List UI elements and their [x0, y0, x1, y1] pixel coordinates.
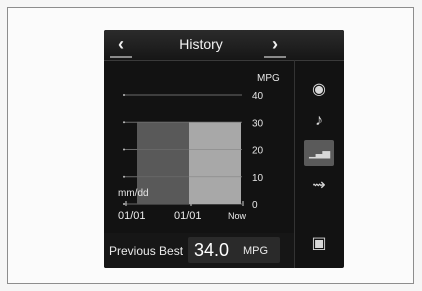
previous-best-box: 34.0 MPG [188, 237, 280, 263]
header-bar: ‹ History › [104, 30, 344, 61]
history-chart: MPG 40 30 20 10 0 mm/dd 01/01 01/01 Now [118, 73, 280, 222]
sidebar-button-radio[interactable]: ◉ [304, 76, 334, 102]
gridline-dot [123, 203, 125, 205]
sidebar-button-display[interactable]: ▣ [304, 230, 334, 256]
previous-best-value: 34.0 [194, 240, 230, 260]
sidebar-button-fuel-economy[interactable]: ⇝ [304, 172, 334, 198]
music-note-icon: ♪ [315, 112, 323, 129]
previous-best-unit: MPG [243, 245, 269, 257]
sidebar-button-history-chart[interactable]: ▁▃▅ [304, 140, 334, 166]
y-tick-label: 0 [252, 200, 258, 211]
y-axis-unit-label: MPG [257, 73, 280, 84]
y-tick-label: 20 [252, 146, 264, 157]
button-underline [264, 56, 286, 58]
gridline-dot [123, 175, 125, 178]
chevron-right-icon: › [272, 34, 278, 54]
gridline-dot [123, 148, 125, 151]
y-tick-label: 40 [252, 91, 264, 102]
sidebar: ◉ ♪ ▁▃▅ ⇝ ▣ [294, 60, 344, 268]
x-axis-label: mm/dd [118, 188, 149, 199]
history-chart-icon: ▁▃▅ [308, 147, 330, 159]
gridline-dot [123, 121, 125, 124]
history-bar [189, 122, 241, 204]
y-tick-label: 10 [252, 173, 264, 184]
screen-title: History [179, 36, 223, 52]
button-underline [110, 56, 132, 58]
x-tick-label: Now [228, 211, 247, 221]
forward-button[interactable]: › [264, 34, 286, 58]
fuel-economy-icon: ⇝ [312, 177, 326, 194]
gridline-dot [123, 94, 125, 96]
x-tick-label: 01/01 [118, 210, 146, 222]
chevron-left-icon: ‹ [118, 34, 124, 54]
previous-best-label: Previous Best [109, 244, 184, 258]
radio-icon: ◉ [312, 81, 326, 98]
back-button[interactable]: ‹ [110, 34, 132, 58]
previous-best-panel: Previous Best 34.0 MPG [104, 233, 294, 268]
sidebar-button-music-note[interactable]: ♪ [304, 108, 334, 134]
display-icon: ▣ [311, 235, 327, 252]
x-tick-label: 01/01 [174, 210, 202, 222]
history-screen: ‹ History › MPG 40 30 20 10 0 mm/dd 01/01 01/01 N… [104, 30, 344, 268]
y-tick-label: 30 [252, 118, 264, 129]
